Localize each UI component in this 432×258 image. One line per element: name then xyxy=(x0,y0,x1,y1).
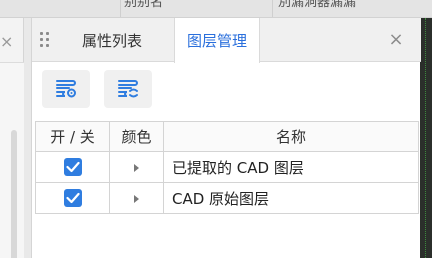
refresh-layers-button[interactable] xyxy=(104,70,152,108)
layer-panel: 属性列表 图层管理 × 开 / 关 颜色 名称 已提取的 CAD 图层 CAD … xyxy=(31,18,421,258)
toggle-cell xyxy=(35,151,110,183)
layer-name: CAD 原始图层 xyxy=(163,182,419,214)
drag-handle-icon[interactable] xyxy=(40,32,50,48)
grid-line xyxy=(425,18,426,258)
background-header-cell: 別漏洞器漏漏 xyxy=(278,0,357,10)
caret-right-icon[interactable] xyxy=(134,194,139,203)
divider xyxy=(120,0,121,17)
background-header-strip: 别别名 別漏洞器漏漏 xyxy=(0,0,432,18)
caret-right-icon[interactable] xyxy=(134,163,139,172)
tab-layer-management[interactable]: 图层管理 xyxy=(174,18,261,63)
layer-name: 已提取的 CAD 图层 xyxy=(163,151,419,183)
background-header-cell: 别别名 xyxy=(124,0,164,10)
check-icon xyxy=(65,162,80,173)
color-cell xyxy=(109,151,164,183)
close-icon[interactable]: × xyxy=(386,30,406,50)
layers-refresh-icon xyxy=(118,80,138,98)
table-header-row: 开 / 关 颜色 名称 xyxy=(35,121,419,152)
table-row[interactable]: 已提取的 CAD 图层 xyxy=(35,151,419,183)
tab-property-list[interactable]: 属性列表 xyxy=(70,18,154,62)
layers-toggle-icon xyxy=(56,80,76,98)
color-cell xyxy=(109,182,164,214)
toggle-cell xyxy=(35,182,110,214)
toggle-layers-button[interactable] xyxy=(42,70,90,108)
left-neighbor-panel: × xyxy=(0,18,24,258)
header-name[interactable]: 名称 xyxy=(163,121,419,152)
table-row[interactable]: CAD 原始图层 xyxy=(35,182,419,214)
viewport-edge xyxy=(420,18,432,258)
layer-visibility-checkbox[interactable] xyxy=(63,189,82,208)
layer-table: 开 / 关 颜色 名称 已提取的 CAD 图层 CAD 原始图层 xyxy=(35,121,419,214)
close-icon[interactable]: × xyxy=(0,32,13,51)
left-panel-scrollbar[interactable] xyxy=(11,130,17,258)
divider xyxy=(272,0,273,17)
tab-bar: 属性列表 图层管理 × xyxy=(32,18,421,63)
header-color[interactable]: 颜色 xyxy=(109,121,164,152)
check-icon xyxy=(65,193,80,204)
header-toggle[interactable]: 开 / 关 xyxy=(35,121,110,152)
layer-visibility-checkbox[interactable] xyxy=(63,158,82,177)
